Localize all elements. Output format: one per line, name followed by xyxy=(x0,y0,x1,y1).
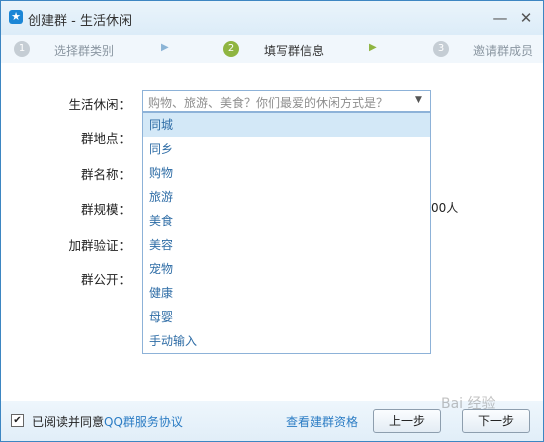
chevron-down-icon[interactable]: ▼ xyxy=(415,95,422,105)
title-bar: ★ 创建群 - 生活休闲 — ✕ xyxy=(1,1,543,35)
agree-checkbox[interactable]: ✔ xyxy=(11,414,24,427)
label-public: 群公开： xyxy=(80,272,131,287)
dropdown-option[interactable]: 美容 xyxy=(143,233,430,257)
step-arrow-icon: ▶ xyxy=(161,42,169,53)
label-location: 群地点： xyxy=(80,131,131,146)
dropdown-option[interactable]: 美食 xyxy=(143,209,430,233)
step-2-number: 2 xyxy=(223,41,239,57)
step-1-number: 1 xyxy=(14,41,30,57)
category-dropdown-list: 同城 同乡 购物 旅游 美食 美容 宠物 健康 母婴 手动输入 xyxy=(142,112,431,354)
category-select-placeholder: 购物、旅游、美食？你们最爱的休闲方式是？ xyxy=(148,96,389,110)
dropdown-option[interactable]: 母婴 xyxy=(143,305,430,329)
step-indicator: 1 选择群类别 ▶ 2 填写群信息 ▶ 3 邀请群成员 xyxy=(1,35,543,63)
label-name: 群名称： xyxy=(80,167,131,182)
view-qualification-link[interactable]: 查看建群资格 xyxy=(286,413,358,430)
label-verification: 加群验证： xyxy=(68,238,131,253)
dropdown-option[interactable]: 宠物 xyxy=(143,257,430,281)
dropdown-option[interactable]: 同城 xyxy=(143,113,430,137)
dropdown-option[interactable]: 手动输入 xyxy=(143,329,430,353)
watermark: Bai 经验 xyxy=(441,396,496,412)
label-category: 生活休闲： xyxy=(68,97,131,112)
group-size-value: 00人 xyxy=(431,201,459,215)
step-arrow-icon: ▶ xyxy=(369,42,377,53)
step-1-label: 选择群类别 xyxy=(54,44,115,58)
dropdown-option[interactable]: 旅游 xyxy=(143,185,430,209)
category-select[interactable]: 购物、旅游、美食？你们最爱的休闲方式是？ ▼ xyxy=(142,90,431,112)
service-agreement-link[interactable]: QQ群服务协议 xyxy=(104,413,183,430)
step-2-label: 填写群信息 xyxy=(264,44,325,58)
qq-star-icon: ★ xyxy=(9,10,23,24)
dropdown-option[interactable]: 购物 xyxy=(143,161,430,185)
minimize-button[interactable]: — xyxy=(491,9,509,27)
label-size: 群规模： xyxy=(80,202,131,217)
create-group-window: ★ 创建群 - 生活休闲 — ✕ 1 选择群类别 ▶ 2 填写群信息 ▶ 3 邀… xyxy=(0,0,544,442)
step-3-number: 3 xyxy=(433,41,449,57)
previous-button[interactable]: 上一步 xyxy=(373,409,441,433)
step-3-label: 邀请群成员 xyxy=(473,44,534,58)
window-title: 创建群 - 生活休闲 xyxy=(28,14,132,29)
agree-text: 已阅读并同意 xyxy=(32,415,105,429)
dropdown-option[interactable]: 同乡 xyxy=(143,137,430,161)
close-button[interactable]: ✕ xyxy=(517,9,535,27)
dropdown-option[interactable]: 健康 xyxy=(143,281,430,305)
